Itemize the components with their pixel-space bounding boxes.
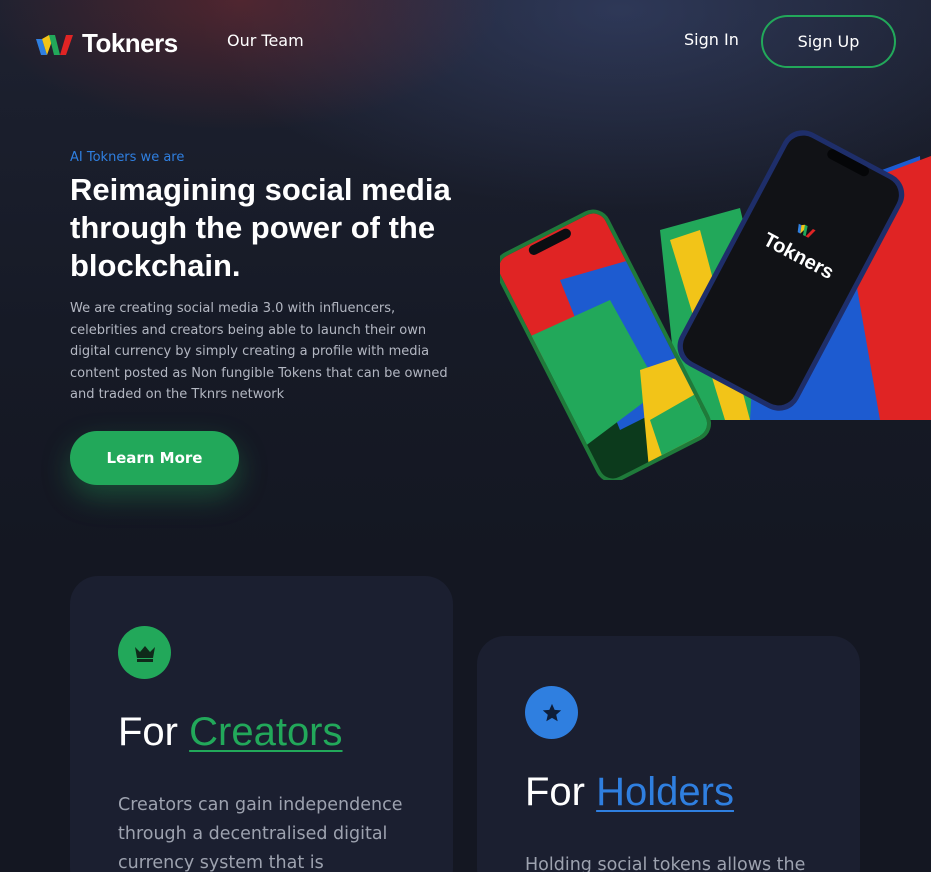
- holders-link[interactable]: Holders: [596, 770, 734, 814]
- hero-description: We are creating social media 3.0 with in…: [70, 301, 448, 402]
- hero-title: Reimagining social media through the pow…: [70, 172, 451, 283]
- holders-card-title: For Holders: [525, 770, 734, 815]
- learn-more-button[interactable]: Learn More: [70, 431, 239, 485]
- logo[interactable]: Tokners: [36, 28, 178, 59]
- holders-card-text: Holding social tokens allows the: [525, 855, 806, 872]
- creators-card: For Creators Creators can gain independe…: [70, 576, 453, 872]
- nav-our-team[interactable]: Our Team: [227, 31, 304, 50]
- crown-icon: [118, 626, 171, 679]
- hero-eyebrow: AI Tokners we are: [70, 150, 185, 165]
- holders-card: For Holders Holding social tokens allows…: [477, 636, 860, 872]
- creators-card-text: Creators can gain independence through a…: [118, 795, 403, 872]
- creators-link[interactable]: Creators: [189, 710, 342, 754]
- sign-up-button[interactable]: Sign Up: [761, 15, 896, 68]
- brand-name: Tokners: [82, 28, 178, 58]
- creators-title-prefix: For: [118, 710, 178, 754]
- logo-mark-icon: [36, 34, 73, 55]
- hero-phones-illustration: Tokners: [500, 130, 931, 480]
- holders-title-prefix: For: [525, 770, 585, 814]
- star-icon: [525, 686, 578, 739]
- creators-card-title: For Creators: [118, 710, 343, 755]
- sign-in-link[interactable]: Sign In: [684, 30, 739, 49]
